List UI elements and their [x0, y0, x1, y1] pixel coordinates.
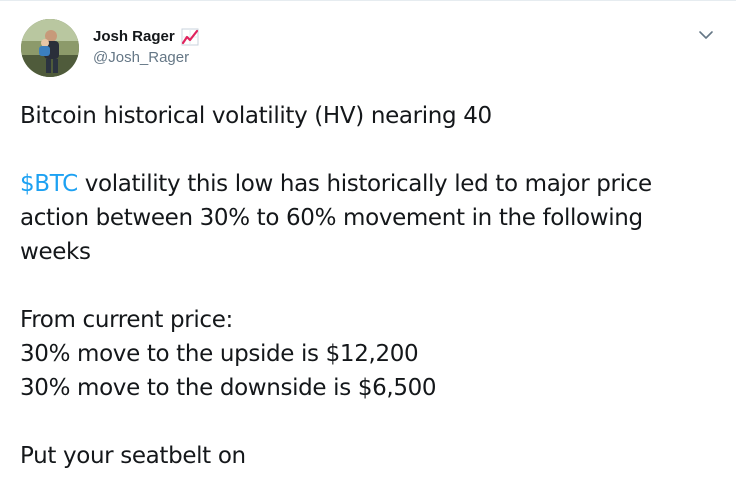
tweet-card: Josh Rager @Josh_Rager Bitcoin historica…	[0, 0, 736, 494]
tweet-line: 30% move to the downside is $6,500	[20, 375, 437, 401]
tweet-line: Bitcoin historical volatility (HV) neari…	[20, 103, 492, 129]
tweet-text: Bitcoin historical volatility (HV) neari…	[20, 99, 720, 473]
chevron-down-icon	[699, 31, 713, 39]
tweet-line: action between 30% to 60% movement in th…	[20, 205, 643, 231]
tweet-line: Put your seatbelt on	[20, 443, 246, 469]
display-name[interactable]: Josh Rager	[93, 27, 175, 47]
name-row: Josh Rager	[93, 27, 199, 47]
tweet-line-text: volatility this low has historically led…	[77, 171, 652, 197]
tweet-line: $BTC volatility this low has historicall…	[20, 167, 720, 201]
avatar-photo	[21, 19, 79, 77]
user-info: Josh Rager @Josh_Rager	[93, 27, 199, 68]
tweet-line: 30% move to the upside is $12,200	[20, 341, 419, 367]
cashtag-link[interactable]: $BTC	[20, 171, 78, 197]
chart-increasing-icon	[181, 28, 199, 46]
tweet-menu-button[interactable]	[696, 25, 716, 45]
user-handle[interactable]: @Josh_Rager	[93, 48, 199, 68]
tweet-line: From current price:	[20, 307, 233, 333]
tweet-line: weeks	[20, 239, 91, 265]
avatar[interactable]	[21, 19, 79, 77]
